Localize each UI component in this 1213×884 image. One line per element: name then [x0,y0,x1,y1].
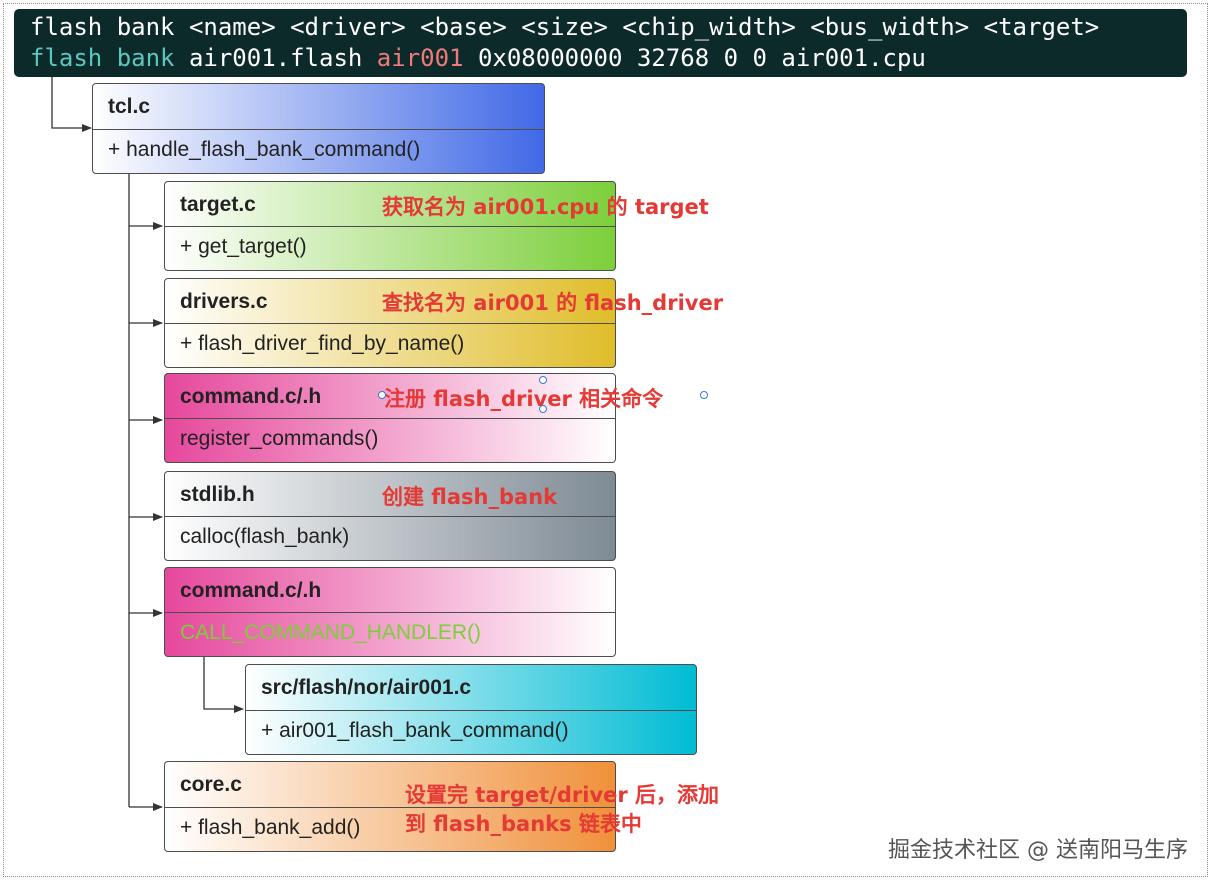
watermark: 掘金技术社区 @ 送南阳马生序 [888,838,1188,863]
resize-handle-bottom[interactable] [539,405,547,413]
class-box-tcl: tcl.c + handle_flash_bank_command() [92,83,545,174]
annotation-target: 获取名为 air001.cpu 的 target [382,195,709,219]
class-title: src/flash/nor/air001.c [261,676,472,699]
class-title: core.c [180,773,242,796]
class-title: stdlib.h [180,483,255,506]
connector-command-tcl [51,77,92,132]
resize-handle-left[interactable] [378,391,386,399]
resize-handle-right[interactable] [700,391,708,399]
class-box-air001: src/flash/nor/air001.c + air001_flash_ba… [245,664,697,755]
class-member: calloc(flash_bank) [180,525,350,548]
class-member: register_commands() [180,427,379,450]
class-member: + flash_driver_find_by_name() [180,332,465,355]
annotation-stdlib: 创建 flash_bank [382,485,558,509]
annotation-core-line2: 到 flash_banks 链表中 [405,812,642,836]
class-member: + handle_flash_bank_command() [108,138,421,161]
class-title: command.c/.h [180,579,322,602]
class-member: + get_target() [180,235,307,258]
class-title: tcl.c [108,95,151,118]
connector-command2-air001 [203,657,244,713]
annotation-core-line1: 设置完 target/driver 后，添加 [405,783,720,807]
class-title: command.c/.h [180,385,322,408]
class-box-command-handler: command.c/.h CALL_COMMAND_HANDLER() [164,567,616,657]
annotation-command[interactable]: 注册 flash_driver 相关命令 [384,383,663,413]
class-member: CALL_COMMAND_HANDLER() [180,621,482,644]
class-title: drivers.c [180,290,268,313]
class-member: + air001_flash_bank_command() [261,719,569,742]
class-title: target.c [180,193,256,216]
annotation-drivers: 查找名为 air001 的 flash_driver [382,291,724,315]
resize-handle-top[interactable] [539,376,547,384]
